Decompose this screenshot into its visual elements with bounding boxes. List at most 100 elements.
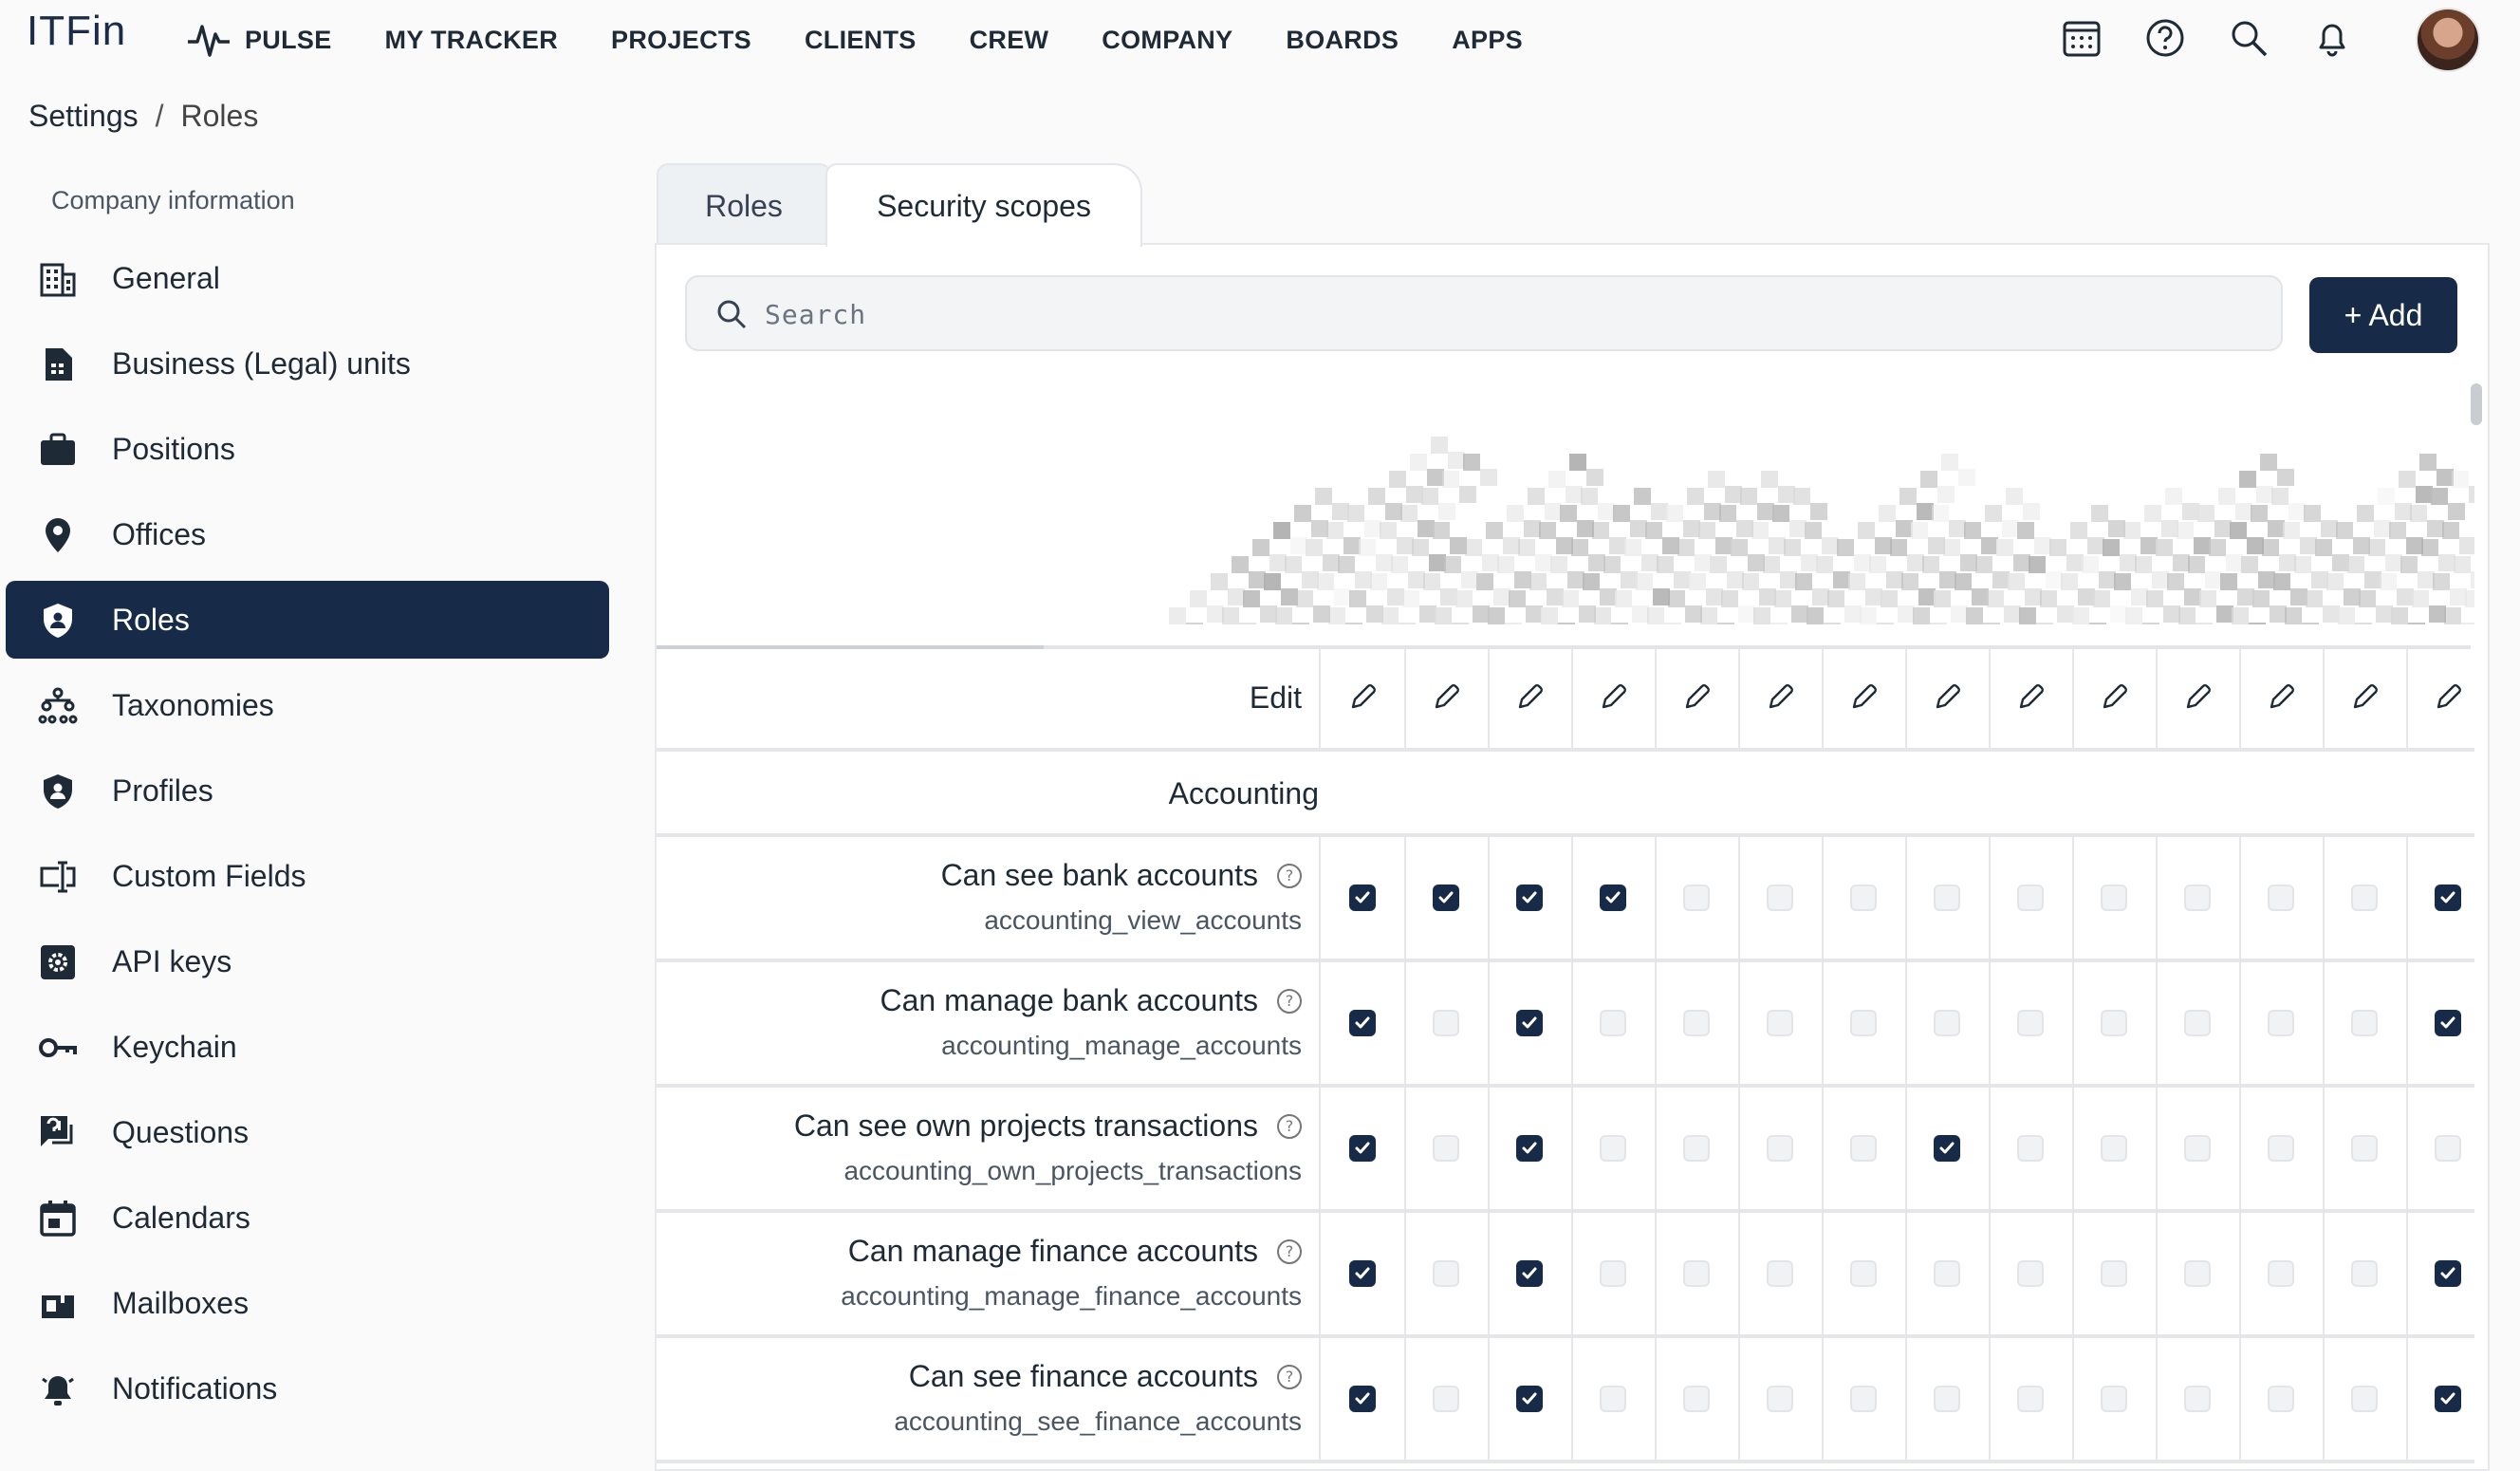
sidebar-item-offices[interactable]: Offices bbox=[6, 495, 609, 573]
pencil-icon[interactable] bbox=[2431, 680, 2465, 715]
pencil-icon[interactable] bbox=[2264, 680, 2298, 715]
checkbox-unchecked[interactable] bbox=[2101, 1135, 2127, 1162]
pencil-icon[interactable] bbox=[1345, 680, 1380, 715]
sidebar-item-profiles[interactable]: Profiles bbox=[6, 752, 609, 829]
tab-security-scopes[interactable]: Security scopes bbox=[825, 163, 1142, 247]
checkbox-unchecked[interactable] bbox=[1683, 1010, 1710, 1036]
pencil-icon[interactable] bbox=[2180, 680, 2214, 715]
nav-my-tracker[interactable]: MY TRACKER bbox=[385, 26, 559, 55]
checkbox-unchecked[interactable] bbox=[1934, 1260, 1960, 1287]
tab-roles[interactable]: Roles bbox=[657, 163, 831, 247]
sidebar-item-mailboxes[interactable]: Mailboxes bbox=[6, 1264, 609, 1342]
sidebar-item-notifications[interactable]: Notifications bbox=[6, 1350, 609, 1427]
checkbox-unchecked[interactable] bbox=[1433, 1135, 1459, 1162]
pencil-icon[interactable] bbox=[1846, 680, 1881, 715]
checkbox-unchecked[interactable] bbox=[2268, 1010, 2294, 1036]
checkbox-unchecked[interactable] bbox=[1600, 1386, 1626, 1412]
checkbox-checked[interactable] bbox=[2435, 1386, 2461, 1412]
checkbox-checked[interactable] bbox=[2435, 884, 2461, 911]
help-icon[interactable]: ? bbox=[1277, 1238, 1302, 1264]
sidebar-item-calendars[interactable]: Calendars bbox=[6, 1179, 609, 1257]
search-input[interactable] bbox=[763, 292, 2247, 336]
logo[interactable]: ITFin bbox=[27, 8, 126, 55]
help-icon[interactable]: ? bbox=[1277, 988, 1302, 1014]
pencil-icon[interactable] bbox=[2097, 680, 2131, 715]
checkbox-unchecked[interactable] bbox=[2268, 1386, 2294, 1412]
checkbox-unchecked[interactable] bbox=[2435, 1135, 2461, 1162]
sidebar-item-api-keys[interactable]: API keys bbox=[6, 922, 609, 1000]
checkbox-unchecked[interactable] bbox=[1433, 1386, 1459, 1412]
checkbox-unchecked[interactable] bbox=[2184, 1386, 2211, 1412]
help-icon[interactable]: ? bbox=[1277, 1113, 1302, 1139]
checkbox-unchecked[interactable] bbox=[1850, 1386, 1877, 1412]
checkbox-unchecked[interactable] bbox=[2101, 884, 2127, 911]
avatar[interactable] bbox=[2416, 8, 2480, 72]
search-icon[interactable] bbox=[2228, 17, 2270, 59]
checkbox-unchecked[interactable] bbox=[2017, 1135, 2044, 1162]
checkbox-unchecked[interactable] bbox=[2351, 1010, 2378, 1036]
checkbox-unchecked[interactable] bbox=[1767, 1386, 1793, 1412]
checkbox-unchecked[interactable] bbox=[2184, 1010, 2211, 1036]
nav-company[interactable]: COMPANY bbox=[1102, 26, 1232, 55]
nav-crew[interactable]: CREW bbox=[970, 26, 1049, 55]
sidebar-item-keychain[interactable]: Keychain bbox=[6, 1008, 609, 1086]
checkbox-unchecked[interactable] bbox=[2017, 1260, 2044, 1287]
checkbox-unchecked[interactable] bbox=[2101, 1386, 2127, 1412]
checkbox-checked[interactable] bbox=[1516, 1135, 1543, 1162]
checkbox-unchecked[interactable] bbox=[2351, 1135, 2378, 1162]
nav-projects[interactable]: PROJECTS bbox=[611, 26, 751, 55]
checkbox-unchecked[interactable] bbox=[2268, 1135, 2294, 1162]
checkbox-unchecked[interactable] bbox=[1600, 1260, 1626, 1287]
sidebar-item-custom-fields[interactable]: Custom Fields bbox=[6, 837, 609, 915]
checkbox-unchecked[interactable] bbox=[1683, 884, 1710, 911]
checkbox-unchecked[interactable] bbox=[2017, 884, 2044, 911]
sidebar-item-roles[interactable]: Roles bbox=[6, 581, 609, 659]
pencil-icon[interactable] bbox=[2347, 680, 2381, 715]
checkbox-unchecked[interactable] bbox=[1850, 884, 1877, 911]
checkbox-checked[interactable] bbox=[1433, 884, 1459, 911]
checkbox-unchecked[interactable] bbox=[2351, 1260, 2378, 1287]
checkbox-unchecked[interactable] bbox=[1934, 884, 1960, 911]
checkbox-unchecked[interactable] bbox=[1433, 1260, 1459, 1287]
checkbox-checked[interactable] bbox=[1349, 1135, 1376, 1162]
pencil-icon[interactable] bbox=[1763, 680, 1797, 715]
nav-boards[interactable]: BOARDS bbox=[1286, 26, 1399, 55]
checkbox-unchecked[interactable] bbox=[2101, 1010, 2127, 1036]
checkbox-unchecked[interactable] bbox=[2101, 1260, 2127, 1287]
checkbox-checked[interactable] bbox=[1349, 1260, 1376, 1287]
checkbox-unchecked[interactable] bbox=[2017, 1386, 2044, 1412]
checkbox-unchecked[interactable] bbox=[1767, 1135, 1793, 1162]
checkbox-unchecked[interactable] bbox=[2268, 884, 2294, 911]
checkbox-unchecked[interactable] bbox=[2184, 884, 2211, 911]
help-icon[interactable]: ? bbox=[1277, 1364, 1302, 1389]
checkbox-unchecked[interactable] bbox=[1850, 1260, 1877, 1287]
checkbox-unchecked[interactable] bbox=[1850, 1010, 1877, 1036]
checkbox-checked[interactable] bbox=[1516, 1010, 1543, 1036]
checkbox-checked[interactable] bbox=[2435, 1010, 2461, 1036]
checkbox-unchecked[interactable] bbox=[2017, 1010, 2044, 1036]
checkbox-checked[interactable] bbox=[1934, 1135, 1960, 1162]
sidebar-item-questions[interactable]: Questions bbox=[6, 1093, 609, 1171]
pencil-icon[interactable] bbox=[1512, 680, 1547, 715]
breadcrumb-settings[interactable]: Settings bbox=[28, 99, 139, 133]
sidebar-item-business-units[interactable]: Business (Legal) units bbox=[6, 325, 609, 402]
help-icon[interactable]: ? bbox=[1277, 863, 1302, 888]
calendar-grid-icon[interactable] bbox=[2061, 17, 2103, 59]
checkbox-unchecked[interactable] bbox=[1767, 884, 1793, 911]
add-button[interactable]: + Add bbox=[2309, 277, 2457, 353]
checkbox-checked[interactable] bbox=[1349, 1386, 1376, 1412]
checkbox-checked[interactable] bbox=[1349, 884, 1376, 911]
nav-apps[interactable]: APPS bbox=[1452, 26, 1523, 55]
checkbox-unchecked[interactable] bbox=[1767, 1260, 1793, 1287]
checkbox-checked[interactable] bbox=[1516, 1260, 1543, 1287]
checkbox-unchecked[interactable] bbox=[1767, 1010, 1793, 1036]
checkbox-unchecked[interactable] bbox=[1600, 1135, 1626, 1162]
pencil-icon[interactable] bbox=[1596, 680, 1630, 715]
checkbox-checked[interactable] bbox=[1600, 884, 1626, 911]
checkbox-unchecked[interactable] bbox=[2268, 1260, 2294, 1287]
checkbox-unchecked[interactable] bbox=[1934, 1010, 1960, 1036]
checkbox-unchecked[interactable] bbox=[2184, 1135, 2211, 1162]
checkbox-checked[interactable] bbox=[1516, 884, 1543, 911]
checkbox-unchecked[interactable] bbox=[1934, 1386, 1960, 1412]
pencil-icon[interactable] bbox=[1679, 680, 1714, 715]
